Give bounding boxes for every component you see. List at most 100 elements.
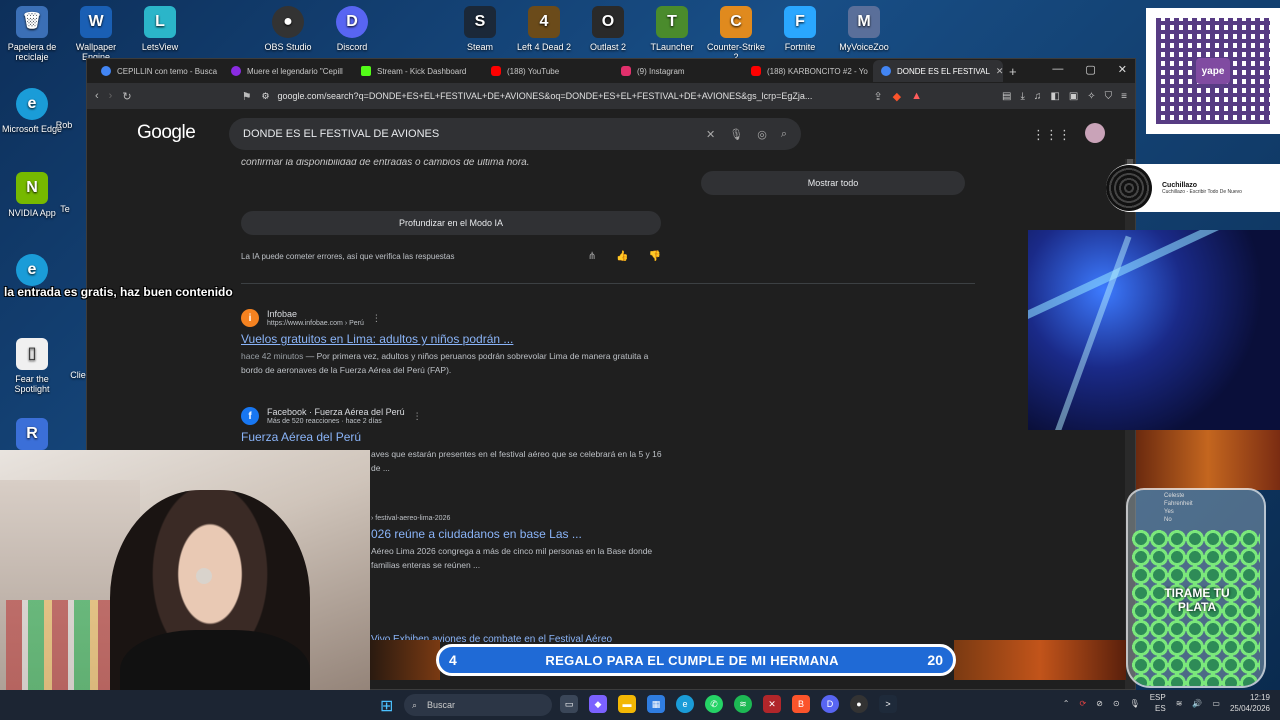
forward-icon[interactable]: › xyxy=(109,90,113,102)
ai-mode-button[interactable]: Profundizar en el Modo IA xyxy=(241,211,661,235)
terminal-icon[interactable]: > xyxy=(879,695,897,713)
download-icon[interactable]: ⤓ xyxy=(1020,91,1024,102)
tab-youtube[interactable]: (188) YouTube xyxy=(483,60,613,82)
reload-icon[interactable]: ↻ xyxy=(122,90,131,103)
share-icon[interactable]: ⋔ xyxy=(588,251,596,262)
maximize-icon[interactable]: ▢ xyxy=(1085,63,1095,76)
vpn-icon[interactable]: ⛉ xyxy=(1105,91,1113,102)
tab-karboncito[interactable]: (188) KARBONCITO #2 - Yo xyxy=(743,60,873,82)
result-source[interactable]: f Facebook · Fuerza Aérea del Perú Más d… xyxy=(241,407,671,425)
brave-rewards-icon[interactable]: ▲ xyxy=(911,90,922,102)
tray-app-icon[interactable]: ⊘ xyxy=(1096,699,1103,708)
show-all-button[interactable]: Mostrar todo xyxy=(701,171,965,195)
desktop-icon-discord[interactable]: D Discord xyxy=(320,6,384,52)
clear-icon[interactable]: ✕ xyxy=(706,128,715,141)
result-title-link[interactable]: 026 reúne a ciudadanos en base Las ... xyxy=(371,527,671,541)
address-bar[interactable]: ⚙ google.com/search?q=DONDE+ES+EL+FESTIV… xyxy=(261,86,864,106)
back-icon[interactable]: ‹ xyxy=(95,90,99,102)
split-view-icon[interactable]: ◧ xyxy=(1050,91,1059,102)
desktop-icon-wallpaper-engine[interactable]: W Wallpaper Engine xyxy=(64,6,128,62)
toolbar-icons: ▤ ⤓ ♫ ◧ ▣ ✧ ⛉ ≡ xyxy=(1002,91,1127,102)
wallet-icon[interactable]: ▣ xyxy=(1069,91,1078,102)
language-indicator[interactable]: ESP ES xyxy=(1150,692,1166,714)
desktop-icon-left4dead2[interactable]: 4 Left 4 Dead 2 xyxy=(512,6,576,52)
desktop-icon-fear-the-spotlight[interactable]: ▯ Fear the Spotlight xyxy=(0,338,64,394)
desktop-icon-recycle-bin[interactable]: 🗑 Papelera de reciclaje xyxy=(0,6,64,62)
store-icon[interactable]: ▦ xyxy=(647,695,665,713)
wifi-icon[interactable]: ≋ xyxy=(1176,699,1183,708)
song-artist: Cuchillazo - Escribir Todo De Nuevo xyxy=(1162,188,1242,195)
url-text[interactable]: google.com/search?q=DONDE+ES+EL+FESTIVAL… xyxy=(278,91,813,101)
obs-icon[interactable]: ● xyxy=(850,695,868,713)
music-icon[interactable]: ♫ xyxy=(1034,91,1042,102)
site-info-icon[interactable]: ⚙ xyxy=(261,91,269,102)
desktop-icon-outlast2[interactable]: O Outlast 2 xyxy=(576,6,640,52)
game-icon[interactable]: ✕ xyxy=(763,695,781,713)
desktop-icon-roblox[interactable]: R xyxy=(0,418,64,454)
thumbs-down-icon[interactable]: 👎 xyxy=(649,251,661,262)
desktop-icon-fortnite[interactable]: F Fortnite xyxy=(768,6,832,52)
desktop-icon-te[interactable]: Te xyxy=(50,204,80,214)
tab-muere-legendario[interactable]: Muere el legendario "Cepill xyxy=(223,60,353,82)
close-icon[interactable]: ✕ xyxy=(1118,63,1127,76)
battery-icon[interactable]: ▭ xyxy=(1212,699,1220,708)
leo-ai-icon[interactable]: ✧ xyxy=(1087,91,1095,102)
tab-festival-aviones[interactable]: DONDE ES EL FESTIVAL ✕ xyxy=(873,60,1003,82)
taskbar-search[interactable]: ⌕ Buscar xyxy=(404,694,552,716)
sidebar-icon[interactable]: ▤ xyxy=(1002,91,1011,102)
microphone-icon[interactable]: 🎙 xyxy=(1130,699,1140,708)
brave-shield-icon[interactable]: ◆ xyxy=(893,90,901,103)
goal-current: 4 xyxy=(449,652,457,668)
windows-start-icon[interactable]: ⊞ xyxy=(380,696,393,716)
result-title-link[interactable]: Fuerza Aérea del Perú xyxy=(241,430,671,444)
edge-icon[interactable]: e xyxy=(676,695,694,713)
google-apps-icon[interactable]: ⋮⋮⋮ xyxy=(1032,127,1071,143)
volume-icon[interactable]: 🔊 xyxy=(1192,699,1202,708)
desktop-icon-steam[interactable]: S Steam xyxy=(448,6,512,52)
steam-icon: S xyxy=(464,6,496,38)
copilot-icon[interactable]: ◆ xyxy=(589,695,607,713)
tray-app-icon[interactable]: ⟳ xyxy=(1079,699,1086,708)
search-icon[interactable]: ⌕ xyxy=(781,128,787,141)
desktop-icon-rob[interactable]: Rob xyxy=(44,120,84,130)
tab-kick-dashboard[interactable]: Stream - Kick Dashboard xyxy=(353,60,483,82)
letsview-icon: L xyxy=(144,6,176,38)
desktop-icon-myvoicezoo[interactable]: M MyVoiceZoo xyxy=(832,6,896,52)
clock[interactable]: 12:19 25/04/2026 xyxy=(1230,692,1270,714)
thumbs-up-icon[interactable]: 👍 xyxy=(616,251,628,262)
desktop-icon-tlauncher[interactable]: T TLauncher xyxy=(640,6,704,52)
more-options-icon[interactable]: ⋮ xyxy=(372,313,381,324)
whatsapp-icon[interactable]: ✆ xyxy=(705,695,723,713)
close-tab-icon[interactable]: ✕ xyxy=(996,66,1003,77)
brave-icon[interactable]: B xyxy=(792,695,810,713)
desktop-icon-letsview[interactable]: L LetsView xyxy=(128,6,192,52)
spotify-icon[interactable]: ≋ xyxy=(734,695,752,713)
tray-app-icon[interactable]: ⊙ xyxy=(1113,699,1120,708)
desktop-icon-obs[interactable]: ● OBS Studio xyxy=(256,6,320,52)
lens-icon[interactable]: ◎ xyxy=(757,128,767,141)
result-url: https://www.infobae.com › Perú xyxy=(267,320,364,327)
result-title-link[interactable]: Vuelos gratuitos en Lima: adultos y niño… xyxy=(241,332,671,346)
search-input[interactable]: DONDE ES EL FESTIVAL DE AVIONES xyxy=(243,128,692,140)
google-logo[interactable]: Google xyxy=(137,122,196,144)
share-icon[interactable]: ⇪ xyxy=(873,90,882,103)
obs-icon: ● xyxy=(272,6,304,38)
avatar[interactable] xyxy=(1085,123,1105,143)
desktop-icon-counter-strike-2[interactable]: C Counter-Strike 2 xyxy=(704,6,768,62)
task-view-icon[interactable]: ▭ xyxy=(560,695,578,713)
tab-instagram[interactable]: (9) Instagram xyxy=(613,60,743,82)
minimize-icon[interactable]: — xyxy=(1052,63,1063,76)
result-site: Facebook · Fuerza Aérea del Perú xyxy=(267,407,405,417)
discord-icon[interactable]: D xyxy=(821,695,839,713)
file-explorer-icon[interactable]: ▬ xyxy=(618,695,636,713)
more-options-icon[interactable]: ⋮ xyxy=(413,411,422,422)
result-source[interactable]: i Infobae https://www.infobae.com › Perú… xyxy=(241,309,671,327)
result-url: › festival-aereo-lima-2026 xyxy=(371,515,451,522)
bookmark-icon[interactable]: ⚑ xyxy=(242,90,252,103)
menu-icon[interactable]: ≡ xyxy=(1121,91,1127,102)
chevron-up-icon[interactable]: ⌃ xyxy=(1063,699,1070,708)
search-box[interactable]: DONDE ES EL FESTIVAL DE AVIONES ✕ 🎙 ◎ ⌕ xyxy=(229,118,801,150)
tab-cepillin-search[interactable]: CEPILLIN con temo - Busca xyxy=(93,60,223,82)
new-tab-icon[interactable]: + xyxy=(1009,64,1017,79)
microphone-icon[interactable]: 🎙 xyxy=(729,128,743,141)
